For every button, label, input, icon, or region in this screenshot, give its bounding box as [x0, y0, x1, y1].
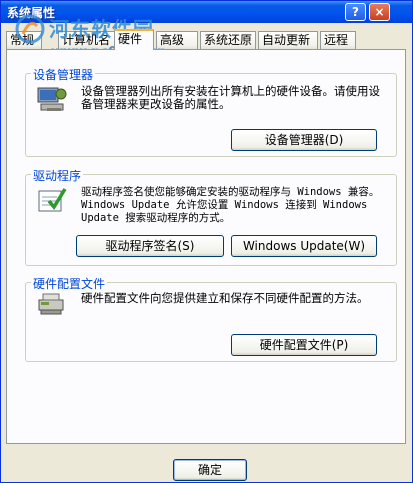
- system-properties-window: 系统属性 ? × 常规 计算机名 硬件 高级 系统还原 自动更新 远程 河东软件…: [0, 0, 413, 483]
- hardware-profiles-description: 硬件配置文件向您提供建立和保存不同硬件配置的方法。: [81, 291, 369, 305]
- tab-system-restore[interactable]: 系统还原: [200, 31, 256, 49]
- drivers-description: 驱动程序签名使您能够确定安装的驱动程序与 Windows 兼容。Windows …: [81, 186, 380, 224]
- device-manager-button[interactable]: 设备管理器(D): [231, 129, 377, 151]
- tab-hardware[interactable]: 硬件: [114, 29, 154, 50]
- drivers-title: 驱动程序: [31, 167, 84, 184]
- close-button[interactable]: ×: [369, 3, 390, 21]
- ok-button[interactable]: 确定: [173, 459, 247, 481]
- help-button[interactable]: ?: [345, 3, 366, 21]
- driver-signing-button[interactable]: 驱动程序签名(S): [76, 235, 224, 257]
- tab-automatic-updates[interactable]: 自动更新: [258, 31, 318, 49]
- windows-update-button[interactable]: Windows Update(W): [231, 235, 377, 257]
- hardware-profiles-button[interactable]: 硬件配置文件(P): [231, 334, 377, 356]
- hardware-tab-panel: 设备管理器 设备管理器列出所有安装在计算机上的硬件设备。请使用设备管理器来更改设…: [6, 49, 406, 444]
- driver-signing-icon: [38, 188, 67, 212]
- device-manager-description: 设备管理器列出所有安装在计算机上的硬件设备。请使用设备管理器来更改设备的属性。: [81, 84, 380, 111]
- device-manager-icon: [37, 87, 67, 111]
- hardware-profile-icon: [38, 293, 64, 315]
- tab-remote[interactable]: 远程: [320, 31, 356, 49]
- watermark-logo-icon: [15, 14, 45, 44]
- device-manager-title: 设备管理器: [31, 66, 96, 83]
